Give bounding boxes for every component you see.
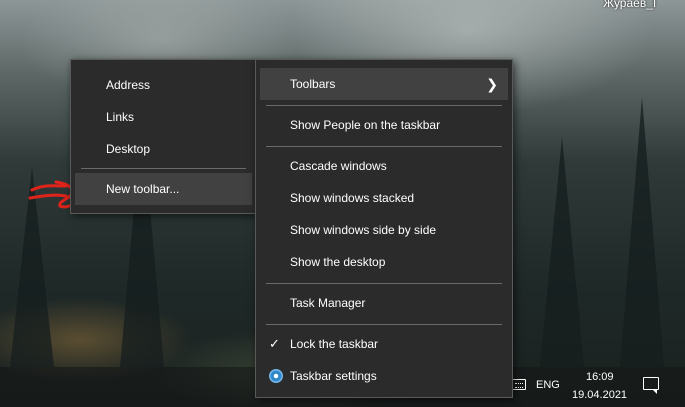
menu-item-new-toolbar[interactable]: New toolbar... — [75, 173, 252, 205]
checkmark-icon: ✓ — [269, 336, 280, 351]
tree-silhouette — [540, 137, 584, 367]
taskbar-context-menu: Toolbars ❯ Show People on the taskbar Ca… — [255, 59, 513, 398]
toolbars-submenu: Address Links Desktop New toolbar... — [70, 59, 257, 214]
menu-item-links[interactable]: Links — [75, 101, 252, 133]
menu-separator — [81, 168, 246, 169]
menu-separator — [266, 105, 502, 106]
menu-item-lock-taskbar-label: Lock the taskbar — [290, 337, 379, 351]
menu-item-taskbar-settings[interactable]: Taskbar settings — [260, 360, 508, 392]
menu-item-windows-stacked[interactable]: Show windows stacked — [260, 182, 508, 214]
menu-item-windows-side-by-side[interactable]: Show windows side by side — [260, 214, 508, 246]
language-indicator[interactable]: ENG — [536, 379, 560, 391]
keyboard-icon[interactable] — [512, 379, 526, 390]
menu-item-toolbars[interactable]: Toolbars ❯ — [260, 68, 508, 100]
gear-icon — [269, 369, 283, 383]
menu-item-address[interactable]: Address — [75, 69, 252, 101]
menu-item-toolbars-label: Toolbars — [290, 77, 336, 91]
tree-silhouette — [620, 97, 664, 367]
menu-item-show-people[interactable]: Show People on the taskbar — [260, 109, 508, 141]
menu-item-desktop[interactable]: Desktop — [75, 133, 252, 165]
notification-icon[interactable] — [643, 377, 659, 394]
menu-item-task-manager[interactable]: Task Manager — [260, 287, 508, 319]
menu-separator — [266, 283, 502, 284]
menu-item-taskbar-settings-label: Taskbar settings — [290, 369, 377, 383]
menu-separator — [266, 146, 502, 147]
menu-item-lock-taskbar[interactable]: ✓ Lock the taskbar — [260, 328, 508, 360]
desktop-user-label[interactable]: Жураев_I — [603, 0, 656, 10]
menu-item-show-desktop[interactable]: Show the desktop — [260, 246, 508, 278]
clock-time[interactable]: 16:09 — [586, 371, 614, 383]
menu-separator — [266, 324, 502, 325]
clock-date[interactable]: 19.04.2021 — [572, 389, 627, 401]
menu-item-cascade-windows[interactable]: Cascade windows — [260, 150, 508, 182]
chevron-right-icon: ❯ — [486, 76, 498, 92]
